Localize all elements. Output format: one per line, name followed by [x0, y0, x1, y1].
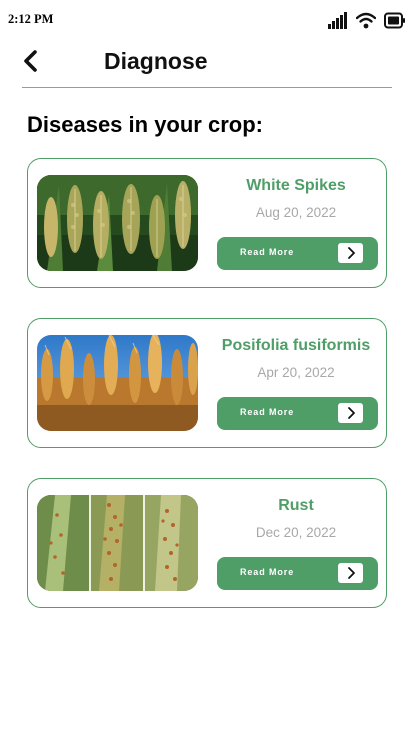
app-header: Diagnose — [0, 40, 414, 88]
read-more-button[interactable]: Read More — [217, 557, 378, 590]
disease-title: White Spikes — [246, 177, 346, 194]
chevron-right-icon — [338, 243, 363, 263]
chevron-left-icon — [18, 46, 46, 76]
section-heading: Diseases in your crop: — [27, 112, 263, 137]
disease-title: Rust — [278, 497, 314, 514]
read-more-label: Read More — [240, 247, 295, 257]
status-bar: 2:12 PM — [0, 0, 414, 40]
signal-icon — [328, 11, 348, 29]
read-more-label: Read More — [240, 407, 295, 417]
chevron-right-icon — [338, 563, 363, 583]
status-time: 2:12 PM — [8, 12, 54, 26]
status-icons — [328, 10, 406, 30]
battery-icon — [384, 12, 406, 29]
chevron-right-icon — [338, 403, 363, 423]
disease-image-white-spikes — [37, 175, 198, 271]
disease-card[interactable]: Posifolia fusiformis Apr 20, 2022 Read M… — [27, 318, 387, 448]
disease-card[interactable]: Rust Dec 20, 2022 Read More — [27, 478, 387, 608]
page-title: Diagnose — [104, 48, 208, 74]
disease-image-rust — [37, 495, 198, 591]
wifi-icon — [356, 12, 376, 29]
back-button[interactable] — [18, 46, 46, 76]
header-divider — [22, 87, 392, 88]
disease-title: Posifolia fusiformis — [221, 337, 371, 354]
disease-image-posifolia-fusiformis — [37, 335, 198, 431]
read-more-button[interactable]: Read More — [217, 397, 378, 430]
disease-date: Dec 20, 2022 — [255, 525, 337, 540]
disease-date: Aug 20, 2022 — [255, 205, 337, 220]
disease-card[interactable]: White Spikes Aug 20, 2022 Read More — [27, 158, 387, 288]
disease-date: Apr 20, 2022 — [257, 365, 335, 380]
read-more-label: Read More — [240, 567, 295, 577]
read-more-button[interactable]: Read More — [217, 237, 378, 270]
